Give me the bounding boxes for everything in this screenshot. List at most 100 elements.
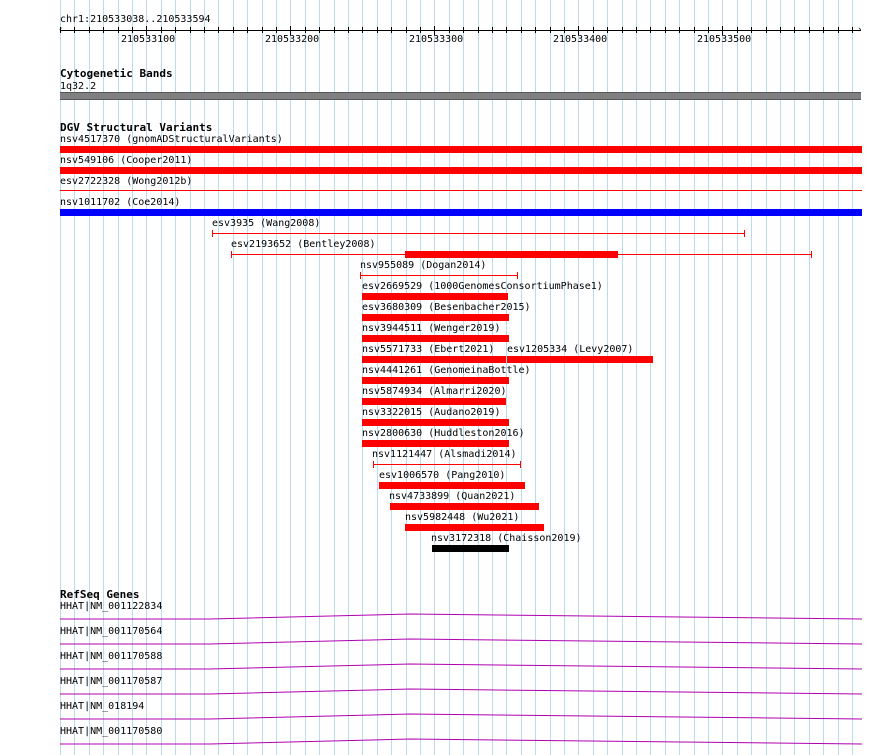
dgv-variant-endcap: [373, 461, 374, 468]
dgv-variant-endcap: [212, 230, 213, 237]
refseq-gene-intron-line[interactable]: [60, 661, 863, 671]
ruler-minor-tick: [218, 27, 219, 33]
dgv-variant-label[interactable]: nsv3172318 (Chaisson2019): [431, 533, 582, 544]
dgv-variant-label[interactable]: esv2193652 (Bentley2008): [231, 239, 376, 250]
ruler-minor-tick: [89, 27, 90, 33]
ruler-minor-tick: [204, 27, 205, 33]
cytoband-bar[interactable]: [60, 92, 861, 100]
dgv-variant-label[interactable]: nsv2800630 (Huddleston2016): [362, 428, 525, 439]
dgv-variant-label[interactable]: esv3935 (Wang2008): [212, 218, 320, 229]
ruler-minor-tick: [708, 27, 709, 33]
ruler-minor-tick: [535, 27, 536, 33]
ruler-minor-tick: [190, 27, 191, 33]
dgv-variant-endcap: [811, 251, 812, 258]
ruler-minor-tick: [665, 27, 666, 33]
dgv-variant-bar[interactable]: [362, 314, 509, 321]
dgv-variant-label[interactable]: nsv1011702 (Coe2014): [60, 197, 180, 208]
ruler-minor-tick: [737, 27, 738, 33]
dgv-variant-label[interactable]: esv3680309 (Besenbacher2015): [362, 302, 531, 313]
dgv-variant-label[interactable]: nsv5874934 (Almarri2020): [362, 386, 507, 397]
ruler-minor-tick: [809, 27, 810, 33]
dgv-variant-bar[interactable]: [362, 356, 506, 363]
dgv-variant-bar[interactable]: [60, 190, 862, 191]
dgv-variant-endcap: [520, 461, 521, 468]
ruler-tick-label: 210533400: [553, 34, 608, 45]
ruler-minor-tick: [766, 27, 767, 33]
ruler-minor-tick: [334, 27, 335, 33]
ruler-minor-tick: [492, 27, 493, 33]
dgv-variant-label[interactable]: esv1205334 (Levy2007): [507, 344, 633, 355]
ruler-minor-tick: [233, 27, 234, 33]
ruler-range-label: chr1:210533038..210533594: [60, 14, 211, 25]
dgv-variant-bar[interactable]: [432, 545, 509, 552]
ruler-minor-tick: [794, 27, 795, 33]
dgv-variant-endcap: [744, 230, 745, 237]
dgv-variant-label[interactable]: nsv4733899 (Quan2021): [389, 491, 515, 502]
refseq-gene-intron-line[interactable]: [60, 636, 863, 646]
dgv-variant-label[interactable]: esv1006570 (Pang2010): [379, 470, 505, 481]
ruler-minor-tick: [506, 27, 507, 33]
ruler-minor-tick: [74, 27, 75, 33]
dgv-variant-label[interactable]: nsv549106 (Cooper2011): [60, 155, 192, 166]
dgv-variant-bar[interactable]: [60, 167, 862, 174]
dgv-variant-bar[interactable]: [405, 524, 544, 531]
dgv-variant-label[interactable]: nsv4441261 (GenomeinaBottle): [362, 365, 531, 376]
ruler-minor-tick: [550, 27, 551, 33]
ruler-minor-tick: [463, 27, 464, 33]
dgv-variant-label[interactable]: nsv955089 (Dogan2014): [360, 260, 486, 271]
ruler-minor-tick: [607, 27, 608, 33]
dgv-variant-label[interactable]: esv2722328 (Wong2012b): [60, 176, 192, 187]
dgv-variant-bar[interactable]: [362, 293, 508, 300]
dgv-variant-label[interactable]: nsv5571733 (Ebert2021): [362, 344, 494, 355]
dgv-variant-endcap: [231, 251, 232, 258]
ruler-minor-tick: [132, 27, 133, 33]
ruler-axis: [60, 30, 861, 31]
dgv-variant-label[interactable]: esv2669529 (1000GenomesConsortiumPhase1): [362, 281, 603, 292]
dgv-variant-endcap: [517, 272, 518, 279]
dgv-variant-bar[interactable]: [507, 356, 653, 363]
dgv-variant-bar[interactable]: [373, 464, 520, 465]
dgv-variant-label[interactable]: nsv1121447 (Alsmadi2014): [372, 449, 517, 460]
dgv-variant-bar[interactable]: [212, 233, 744, 234]
dgv-variant-bar[interactable]: [362, 335, 509, 342]
dgv-variant-bar[interactable]: [60, 146, 862, 153]
dgv-track-title[interactable]: DGV Structural Variants: [60, 122, 212, 133]
refseq-gene-intron-line[interactable]: [60, 611, 863, 621]
ruler-minor-tick: [780, 27, 781, 33]
ruler-minor-tick: [593, 27, 594, 33]
refseq-gene-intron-line[interactable]: [60, 711, 863, 721]
refseq-gene-intron-line[interactable]: [60, 686, 863, 696]
dgv-variant-bar[interactable]: [360, 275, 517, 276]
ruler-minor-tick: [564, 27, 565, 33]
ruler-minor-tick: [751, 27, 752, 33]
ruler-minor-tick: [694, 27, 695, 33]
dgv-variant-label[interactable]: nsv4517370 (gnomADStructuralVariants): [60, 134, 283, 145]
dgv-variant-bar[interactable]: [390, 503, 539, 510]
dgv-variant-label[interactable]: nsv3322015 (Audano2019): [362, 407, 500, 418]
ruler-minor-tick: [362, 27, 363, 33]
dgv-variant-bar[interactable]: [362, 419, 509, 426]
refseq-track-title[interactable]: RefSeq Genes: [60, 589, 139, 600]
ruler-minor-tick: [391, 27, 392, 33]
dgv-variant-label[interactable]: nsv5982448 (Wu2021): [405, 512, 519, 523]
dgv-variant-bar[interactable]: [362, 440, 509, 447]
ruler-minor-tick: [262, 27, 263, 33]
dgv-variant-bar[interactable]: [362, 398, 506, 405]
dgv-variant-label[interactable]: nsv3944511 (Wenger2019): [362, 323, 500, 334]
dgv-variant-bar[interactable]: [405, 251, 618, 258]
ruler-tick-label: 210533300: [409, 34, 464, 45]
refseq-gene-intron-line[interactable]: [60, 736, 863, 746]
ruler-minor-tick: [60, 27, 61, 33]
ruler-right-arrow-icon[interactable]: ›: [857, 25, 862, 36]
ruler-minor-tick: [478, 27, 479, 33]
ruler-minor-tick: [348, 27, 349, 33]
cytoband-label: 1q32.2: [60, 81, 97, 92]
ruler-tick-label: 210533100: [121, 34, 176, 45]
ruler-minor-tick: [449, 27, 450, 33]
ruler-minor-tick: [319, 27, 320, 33]
dgv-variant-bar[interactable]: [362, 377, 509, 384]
ruler-minor-tick: [276, 27, 277, 33]
dgv-variant-bar[interactable]: [379, 482, 525, 489]
cytoband-track-title[interactable]: Cytogenetic Bands: [60, 68, 173, 79]
dgv-variant-bar[interactable]: [60, 209, 862, 216]
